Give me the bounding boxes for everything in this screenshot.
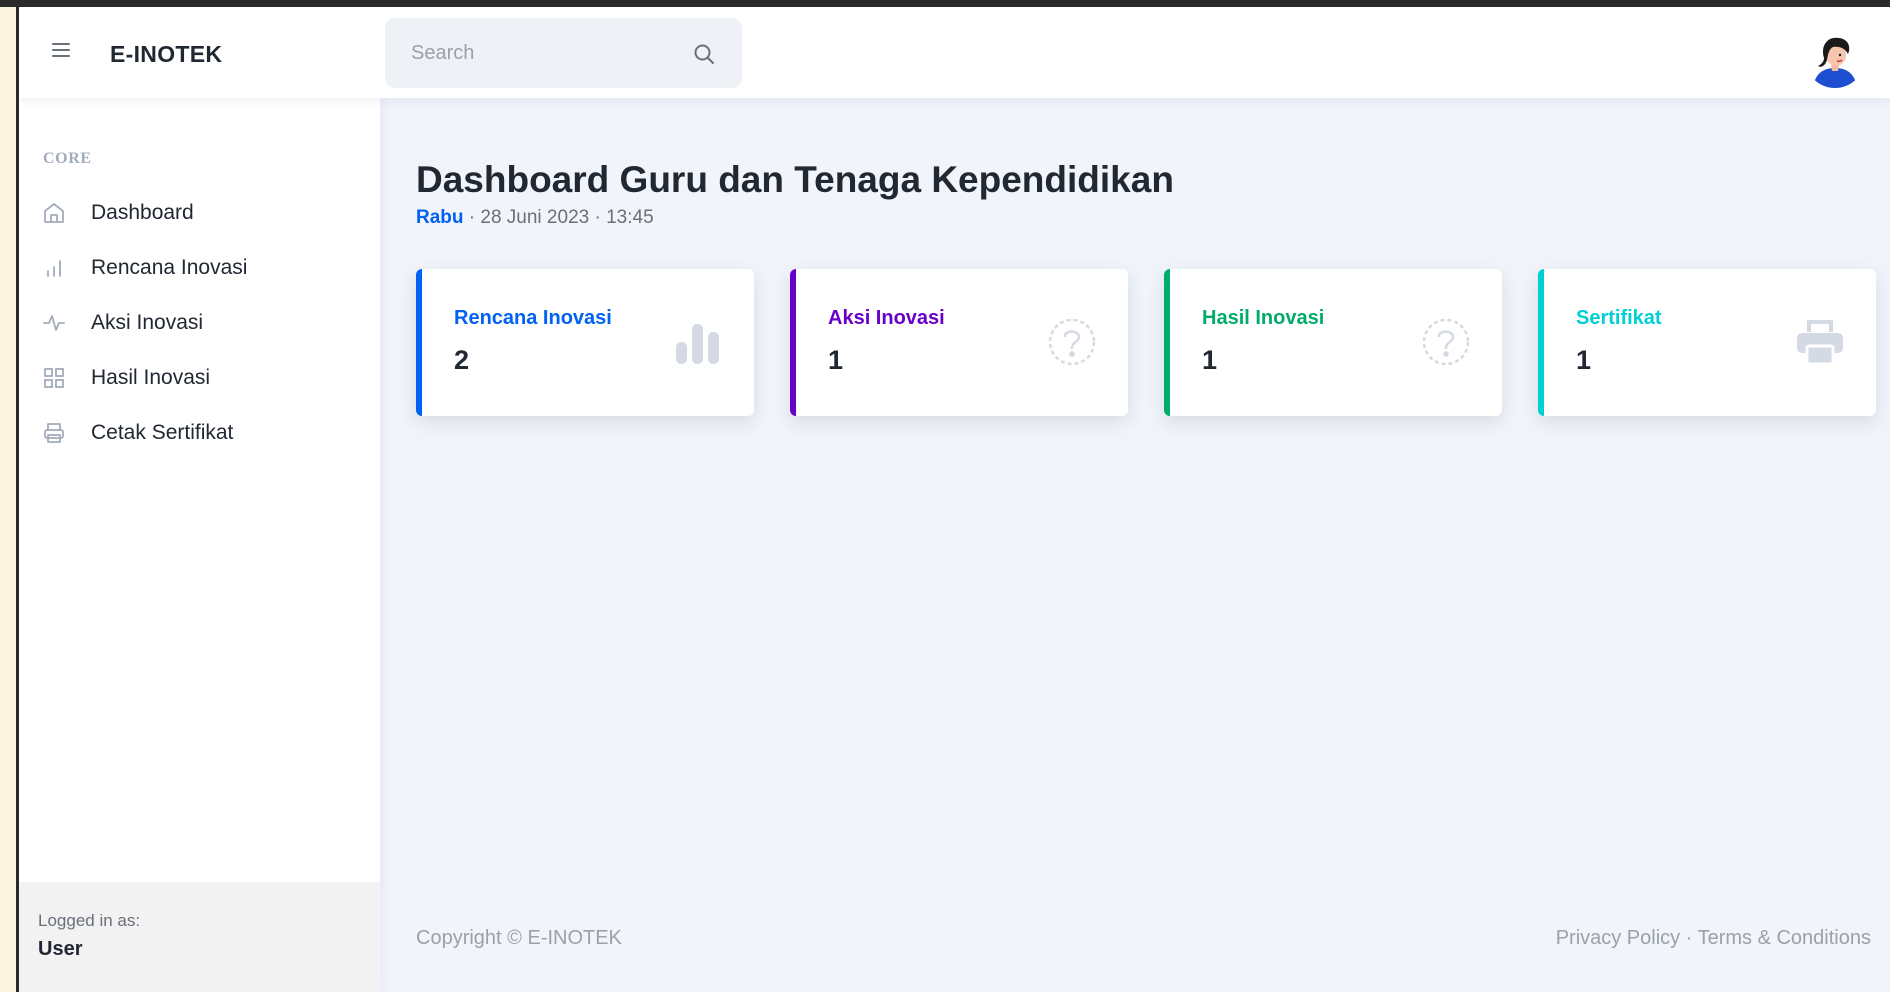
sidebar-footer: Logged in as: User bbox=[19, 882, 380, 992]
page-title: Dashboard Guru dan Tenaga Kependidikan bbox=[416, 159, 1174, 200]
card-label: Hasil Inovasi bbox=[1202, 307, 1325, 329]
question-circle-icon bbox=[1048, 318, 1096, 366]
sidebar-item-cetak-sertifikat[interactable]: Cetak Sertifikat bbox=[19, 405, 380, 461]
footer-copyright: Copyright © E-INOTEK bbox=[416, 927, 622, 949]
brand-logo[interactable]: E-INOTEK bbox=[110, 41, 222, 68]
page-datetime: · 28 Juni 2023 · 13:45 bbox=[463, 207, 654, 228]
card-value: 1 bbox=[1576, 345, 1592, 375]
app-window: E-INOTEK CORE bbox=[19, 7, 1890, 992]
printer-icon bbox=[1797, 320, 1843, 366]
window-frame-top bbox=[0, 0, 1890, 7]
question-circle-icon bbox=[1422, 318, 1470, 366]
home-icon bbox=[44, 203, 64, 223]
bar-chart-icon bbox=[676, 324, 719, 364]
sidebar-item-label: Aksi Inovasi bbox=[91, 311, 204, 334]
card-aksi-inovasi[interactable]: Aksi Inovasi 1 bbox=[790, 269, 1128, 416]
bar-chart-icon bbox=[47, 260, 61, 277]
grid-icon bbox=[44, 368, 64, 388]
printer-icon bbox=[44, 423, 64, 443]
page-subtitle: Rabu · 28 Juni 2023 · 13:45 bbox=[416, 207, 654, 229]
footer-links: Privacy Policy · Terms & Conditions bbox=[1556, 927, 1871, 950]
sidebar: CORE Dashboard Rencana Inovasi Aksi Inov… bbox=[19, 98, 380, 992]
sidebar-item-label: Cetak Sertifikat bbox=[91, 421, 234, 444]
sidebar-heading: CORE bbox=[43, 150, 92, 167]
menu-toggle-icon[interactable] bbox=[52, 43, 70, 57]
top-navbar: E-INOTEK bbox=[19, 7, 1890, 98]
card-label: Sertifikat bbox=[1576, 307, 1662, 329]
privacy-policy-link[interactable]: Privacy Policy bbox=[1556, 927, 1680, 949]
card-rencana-inovasi[interactable]: Rencana Inovasi 2 bbox=[416, 269, 754, 416]
footer-separator: · bbox=[1680, 927, 1698, 949]
page-day: Rabu bbox=[416, 207, 464, 228]
sidebar-item-label: Rencana Inovasi bbox=[91, 256, 248, 279]
sidebar-item-aksi-inovasi[interactable]: Aksi Inovasi bbox=[19, 295, 380, 351]
logged-in-label: Logged in as: bbox=[38, 911, 141, 930]
logged-in-user: User bbox=[38, 938, 83, 960]
search-input[interactable] bbox=[385, 18, 685, 88]
search-box bbox=[385, 18, 742, 88]
terms-link[interactable]: Terms & Conditions bbox=[1698, 927, 1871, 949]
card-hasil-inovasi[interactable]: Hasil Inovasi 1 bbox=[1164, 269, 1502, 416]
user-avatar[interactable] bbox=[1805, 28, 1865, 88]
sidebar-item-label: Dashboard bbox=[91, 201, 194, 224]
sidebar-item-dashboard[interactable]: Dashboard bbox=[19, 185, 380, 241]
card-sertifikat[interactable]: Sertifikat 1 bbox=[1538, 269, 1876, 416]
sidebar-item-hasil-inovasi[interactable]: Hasil Inovasi bbox=[19, 350, 380, 406]
card-value: 2 bbox=[454, 345, 470, 375]
sidebar-item-label: Hasil Inovasi bbox=[91, 366, 211, 389]
card-value: 1 bbox=[828, 345, 844, 375]
avatar-illustration-icon bbox=[1805, 28, 1865, 88]
activity-icon bbox=[43, 315, 65, 331]
sidebar-item-rencana-inovasi[interactable]: Rencana Inovasi bbox=[19, 240, 380, 296]
search-icon[interactable] bbox=[692, 42, 716, 66]
card-label: Aksi Inovasi bbox=[828, 307, 945, 329]
card-value: 1 bbox=[1202, 345, 1218, 375]
card-label: Rencana Inovasi bbox=[454, 307, 612, 329]
